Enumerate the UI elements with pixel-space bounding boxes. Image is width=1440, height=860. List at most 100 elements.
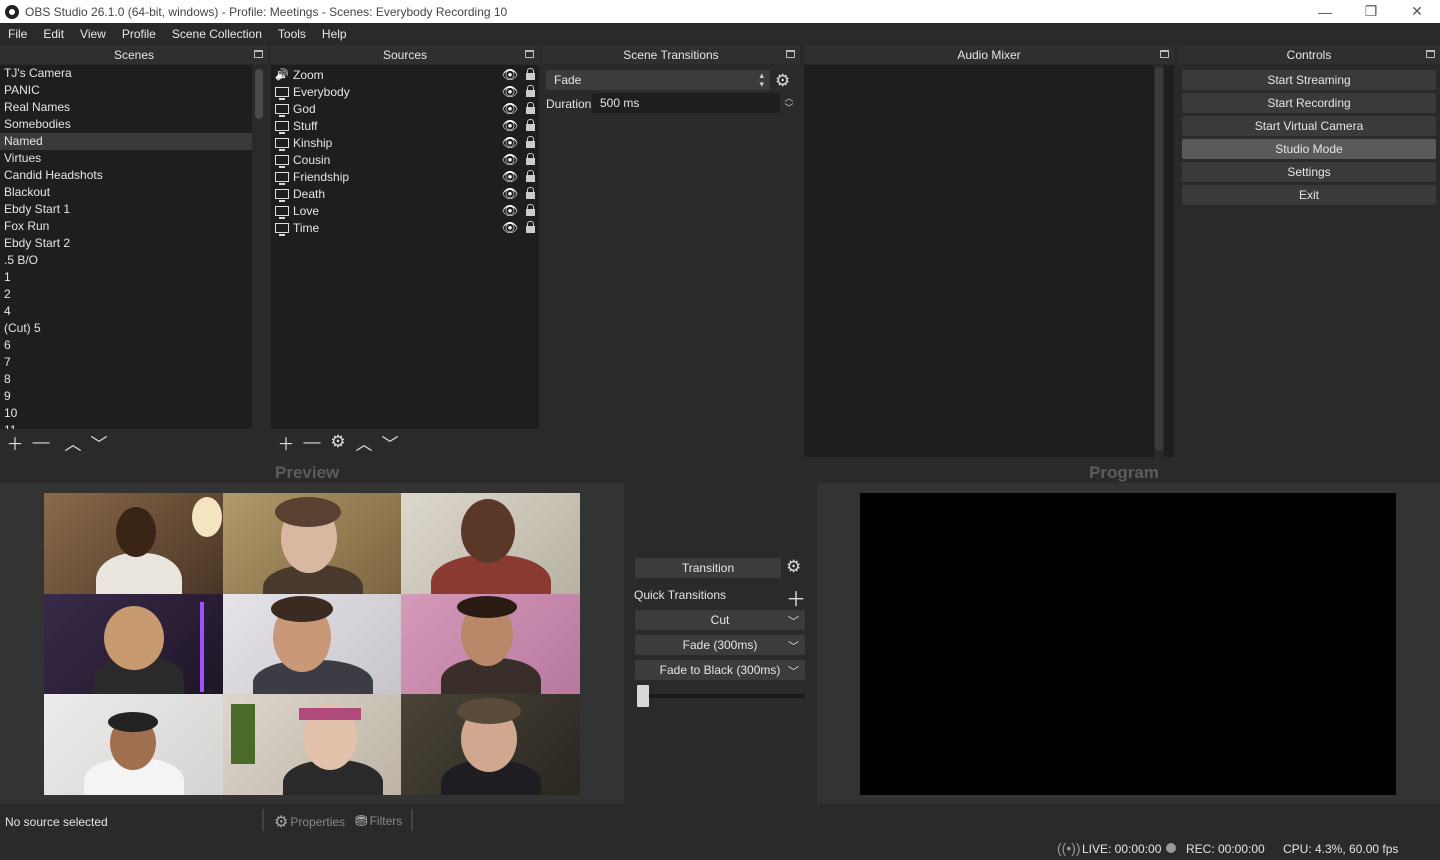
transition-gear-icon[interactable]: ⚙ [786, 557, 801, 577]
source-item[interactable]: Kinship 👁 [271, 134, 539, 151]
t-bar-track[interactable] [637, 694, 805, 698]
transition-settings-gear-icon[interactable]: ⚙ [775, 71, 790, 91]
menu-view[interactable]: View [72, 27, 114, 41]
filters-button[interactable]: ⛃ Filters [355, 812, 402, 830]
lock-icon[interactable] [521, 102, 539, 114]
scene-item[interactable]: Virtues [0, 150, 266, 167]
menu-help[interactable]: Help [314, 27, 355, 41]
source-item[interactable]: Love 👁 [271, 202, 539, 219]
scenes-list[interactable]: TJ's Camera PANIC Real Names Somebodies Name… [0, 65, 266, 429]
chevron-down-icon[interactable]: ﹀ [788, 638, 799, 654]
visibility-eye-icon[interactable]: 👁 [499, 101, 521, 117]
transition-button[interactable]: Transition [635, 558, 781, 578]
visibility-eye-icon[interactable]: 👁 [499, 186, 521, 202]
scene-item[interactable]: 6 [0, 337, 266, 354]
quick-transition-cut[interactable]: Cut ﹀ [635, 610, 805, 630]
lock-icon[interactable] [521, 85, 539, 97]
lock-icon[interactable] [521, 204, 539, 216]
chevron-down-icon[interactable]: ﹀ [788, 613, 799, 629]
quick-transition-fade[interactable]: Fade (300ms) ﹀ [635, 635, 805, 655]
scenes-float-icon[interactable] [254, 50, 263, 58]
lock-icon[interactable] [521, 119, 539, 131]
minimize-button[interactable]: — [1302, 0, 1348, 23]
transition-select[interactable]: Fade ▴ ▾ [546, 70, 770, 90]
menu-profile[interactable]: Profile [114, 27, 164, 41]
preview-panel[interactable] [0, 483, 624, 804]
sources-float-icon[interactable] [525, 50, 534, 58]
add-quick-transition-icon[interactable]: ＋ [786, 583, 806, 612]
duration-stepper[interactable]: ︿ ﹀ [782, 93, 796, 113]
scene-item[interactable]: 8 [0, 371, 266, 388]
preview-canvas[interactable] [44, 493, 580, 795]
add-source-button[interactable]: ＋ [273, 431, 299, 454]
menu-tools[interactable]: Tools [270, 27, 314, 41]
visibility-eye-icon[interactable]: 👁 [499, 220, 521, 236]
maximize-button[interactable]: ❐ [1348, 0, 1394, 23]
scene-item[interactable]: Named [0, 133, 266, 150]
scene-item[interactable]: 9 [0, 388, 266, 405]
remove-scene-button[interactable]: — [28, 431, 54, 453]
chevron-down-icon[interactable]: ﹀ [788, 663, 799, 679]
lock-icon[interactable] [521, 187, 539, 199]
lock-icon[interactable] [521, 170, 539, 182]
source-item[interactable]: Death 👁 [271, 185, 539, 202]
visibility-eye-icon[interactable]: 👁 [499, 118, 521, 134]
source-item[interactable]: Friendship 👁 [271, 168, 539, 185]
scene-item[interactable]: Ebdy Start 1 [0, 201, 266, 218]
visibility-eye-icon[interactable]: 👁 [499, 203, 521, 219]
audio-mixer-float-icon[interactable] [1160, 50, 1169, 58]
transitions-float-icon[interactable] [786, 50, 795, 58]
duration-spinbox[interactable]: 500 ms [592, 93, 780, 113]
source-item[interactable]: Time 👁 [271, 219, 539, 236]
start-virtual-camera-button[interactable]: Start Virtual Camera [1182, 116, 1436, 136]
lock-icon[interactable] [521, 136, 539, 148]
source-item[interactable]: Cousin 👁 [271, 151, 539, 168]
visibility-eye-icon[interactable]: 👁 [499, 135, 521, 151]
scene-item[interactable]: Somebodies [0, 116, 266, 133]
scene-item[interactable]: Real Names [0, 99, 266, 116]
scene-item[interactable]: TJ's Camera [0, 65, 266, 82]
move-source-up-button[interactable]: ︿ [351, 431, 377, 454]
move-scene-up-button[interactable]: ︿ [60, 431, 86, 454]
close-button[interactable]: ✕ [1394, 0, 1440, 23]
scene-item[interactable]: Fox Run [0, 218, 266, 235]
settings-button[interactable]: Settings [1182, 162, 1436, 182]
remove-source-button[interactable]: — [299, 431, 325, 453]
menu-file[interactable]: File [0, 27, 35, 41]
audio-mixer-scroll-thumb[interactable] [1155, 67, 1163, 451]
move-scene-down-button[interactable]: ﹀ [86, 431, 112, 454]
visibility-eye-icon[interactable]: 👁 [499, 169, 521, 185]
source-item[interactable]: Stuff 👁 [271, 117, 539, 134]
lock-icon[interactable] [521, 68, 539, 80]
exit-button[interactable]: Exit [1182, 185, 1436, 205]
visibility-eye-icon[interactable]: 👁 [499, 67, 521, 83]
source-item[interactable]: Everybody 👁 [271, 83, 539, 100]
quick-transition-fade-black[interactable]: Fade to Black (300ms) ﹀ [635, 660, 805, 680]
source-item[interactable]: 🔊 Zoom 👁 [271, 66, 539, 83]
visibility-eye-icon[interactable]: 👁 [499, 84, 521, 100]
scene-item[interactable]: 10 [0, 405, 266, 422]
scene-item[interactable]: PANIC [0, 82, 266, 99]
controls-float-icon[interactable] [1426, 50, 1435, 58]
scene-item[interactable]: 7 [0, 354, 266, 371]
scene-item[interactable]: Candid Headshots [0, 167, 266, 184]
scene-item[interactable]: 2 [0, 286, 266, 303]
scene-item[interactable]: 11 [0, 422, 266, 429]
studio-mode-button[interactable]: Studio Mode [1182, 139, 1436, 159]
scene-item[interactable]: Blackout [0, 184, 266, 201]
menu-scene-collection[interactable]: Scene Collection [164, 27, 270, 41]
start-streaming-button[interactable]: Start Streaming [1182, 70, 1436, 90]
source-item[interactable]: God 👁 [271, 100, 539, 117]
scenes-scroll-thumb[interactable] [255, 69, 263, 119]
sources-list[interactable]: 🔊 Zoom 👁 Everybody 👁 God 👁 Stuff 👁 Kinship 👁 Cousin… [271, 65, 539, 429]
scene-item[interactable]: 1 [0, 269, 266, 286]
source-properties-gear-icon[interactable]: ⚙ [325, 431, 351, 453]
audio-mixer-scrollbar[interactable] [1154, 65, 1164, 457]
visibility-eye-icon[interactable]: 👁 [499, 152, 521, 168]
scene-item[interactable]: Ebdy Start 2 [0, 235, 266, 252]
lock-icon[interactable] [521, 221, 539, 233]
properties-button[interactable]: ⚙ Properties [274, 812, 345, 832]
scenes-scrollbar[interactable] [252, 65, 266, 429]
add-scene-button[interactable]: ＋ [2, 431, 28, 454]
scene-item[interactable]: .5 B/O [0, 252, 266, 269]
